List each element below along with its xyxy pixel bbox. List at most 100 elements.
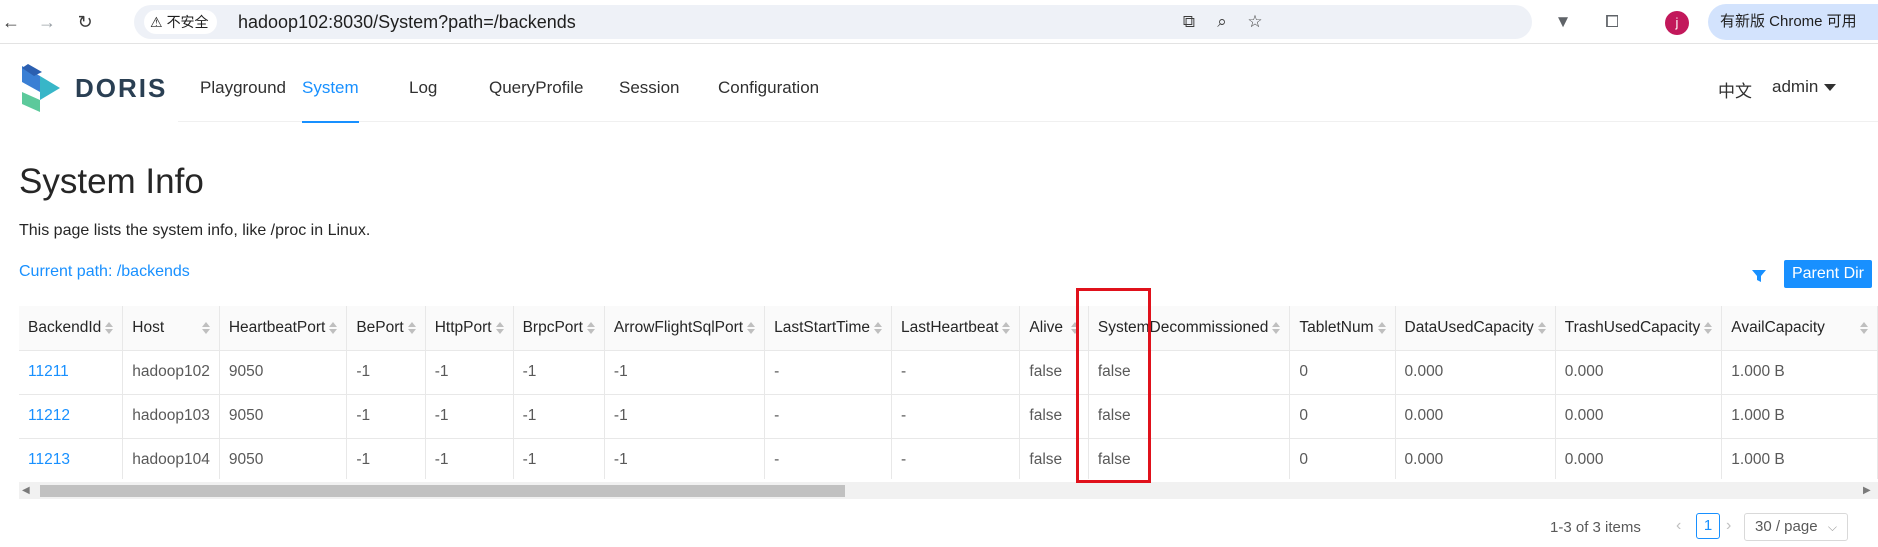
prev-page-icon[interactable]: ‹ — [1676, 517, 1681, 535]
horizontal-scrollbar[interactable]: ◀ ▶ — [19, 482, 1878, 499]
table-cell: 9050 — [219, 394, 348, 439]
column-header[interactable]: BePort — [346, 306, 426, 351]
next-page-icon[interactable]: › — [1726, 517, 1731, 535]
sort-icon[interactable] — [201, 321, 210, 334]
nav-item-system[interactable]: System — [302, 44, 359, 123]
main-nav: Playground System Log QueryProfile Sessi… — [178, 44, 1878, 123]
table-cell: -1 — [425, 350, 514, 395]
sort-icon[interactable] — [586, 321, 595, 334]
backend-id-link[interactable]: 11212 — [19, 394, 124, 439]
back-icon[interactable]: ← — [0, 11, 22, 33]
table-cell: -1 — [425, 394, 514, 439]
nav-item-queryprofile[interactable]: QueryProfile — [489, 44, 583, 122]
column-header[interactable]: HttpPort — [425, 306, 514, 351]
scroll-left-icon[interactable]: ◀ — [22, 485, 30, 497]
sort-icon[interactable] — [105, 321, 114, 334]
sort-icon[interactable] — [1002, 321, 1011, 334]
profile-avatar[interactable]: j — [1665, 11, 1689, 35]
sort-icon[interactable] — [1377, 321, 1386, 334]
column-header[interactable]: ArrowFlightSqlPort — [604, 306, 766, 351]
sort-icon[interactable] — [1860, 321, 1868, 334]
sort-icon[interactable] — [874, 321, 883, 334]
brand-name: DORIS — [75, 73, 168, 103]
column-header-label: BePort — [356, 318, 404, 336]
column-header-label: BrpcPort — [522, 318, 583, 336]
language-switch[interactable]: 中文 — [1718, 77, 1752, 102]
parent-dir-button[interactable]: Parent Dir — [1784, 260, 1872, 288]
table-cell: -1 — [604, 438, 766, 479]
page-size-value: 30 / page — [1755, 518, 1818, 535]
user-menu[interactable]: admin — [1772, 77, 1837, 97]
column-header[interactable]: AvailCapacity — [1721, 306, 1878, 351]
table-cell: -1 — [346, 394, 426, 439]
chrome-update-button[interactable]: 有新版 Chrome 可用 — [1708, 4, 1878, 40]
current-path-link[interactable]: Current path: /backends — [19, 263, 190, 281]
nav-item-playground[interactable]: Playground — [200, 44, 286, 122]
column-header[interactable]: BackendId — [19, 306, 124, 351]
scroll-right-icon[interactable]: ▶ — [1863, 485, 1871, 497]
table-cell: 0 — [1289, 350, 1396, 395]
table-cell: 0.000 — [1555, 394, 1723, 439]
column-header[interactable]: LastHeartbeat — [891, 306, 1021, 351]
doris-logo-icon[interactable] — [20, 62, 64, 114]
table-row: 11212 hadoop103 9050 -1 -1 -1 -1- - false false 0 0… — [19, 394, 1878, 439]
backend-id-link[interactable]: 11213 — [19, 438, 124, 479]
table-row: 11213 hadoop104 9050 -1 -1 -1 -1- - false false 0 0… — [19, 438, 1878, 479]
column-header-label: BackendId — [28, 318, 102, 336]
sort-icon[interactable] — [747, 321, 756, 334]
alive-column-highlight — [1076, 288, 1151, 483]
table-cell: 1.000 B — [1721, 394, 1878, 439]
url-text[interactable]: hadoop102:8030/System?path=/backends — [238, 5, 576, 39]
table-cell: 0 — [1289, 438, 1396, 479]
filter-icon[interactable] — [1751, 268, 1767, 284]
table-cell: - — [764, 350, 893, 395]
sort-icon[interactable] — [1272, 321, 1281, 334]
translate-icon[interactable]: ⧉ — [1178, 11, 1200, 33]
sort-icon[interactable] — [407, 321, 416, 334]
column-header[interactable]: TrashUsedCapacity — [1555, 306, 1723, 351]
scrollbar-thumb[interactable] — [40, 485, 845, 497]
table-cell: 9050 — [219, 438, 348, 479]
backend-id-link[interactable]: 11211 — [19, 350, 124, 395]
bookmark-star-icon[interactable]: ☆ — [1244, 11, 1266, 33]
table-cell: 0.000 — [1395, 394, 1556, 439]
column-header-label: Host — [132, 318, 165, 336]
sort-icon[interactable] — [329, 321, 338, 334]
extension-v-icon[interactable]: ▼ — [1552, 11, 1574, 33]
page-description: This page lists the system info, like /p… — [19, 222, 371, 239]
forward-icon[interactable]: → — [36, 11, 58, 33]
page-size-select[interactable]: 30 / page ⌵ — [1744, 513, 1848, 541]
caret-down-icon — [1824, 83, 1837, 91]
sort-icon[interactable] — [495, 321, 504, 334]
table-cell: 0.000 — [1555, 350, 1723, 395]
security-chip[interactable]: ⚠ 不安全 — [144, 10, 217, 34]
table-cell: - — [764, 438, 893, 479]
column-header[interactable]: BrpcPort — [513, 306, 605, 351]
table-cell: - — [891, 394, 1021, 439]
table-cell: - — [891, 350, 1021, 395]
nav-item-session[interactable]: Session — [619, 44, 679, 122]
nav-item-log[interactable]: Log — [409, 44, 437, 122]
table-cell: -1 — [513, 350, 605, 395]
warning-icon: ⚠ — [150, 14, 163, 30]
column-header[interactable]: DataUsedCapacity — [1395, 306, 1556, 351]
column-header[interactable]: LastStartTime — [764, 306, 893, 351]
zoom-icon[interactable]: ⌕ — [1211, 11, 1233, 33]
extensions-puzzle-icon[interactable]: ⧠ — [1601, 11, 1623, 33]
reload-icon[interactable]: ↻ — [74, 11, 96, 33]
column-header-label: TabletNum — [1299, 318, 1374, 336]
column-header-label: DataUsedCapacity — [1404, 318, 1534, 336]
column-header[interactable]: Host — [122, 306, 220, 351]
sort-icon[interactable] — [1704, 321, 1713, 334]
page-number-current[interactable]: 1 — [1696, 513, 1720, 539]
column-header-label: AvailCapacity — [1731, 318, 1825, 336]
column-header[interactable]: HeartbeatPort — [219, 306, 348, 351]
table-cell: -1 — [346, 438, 426, 479]
backends-table: BackendId Host HeartbeatPort BePort HttpPort… — [19, 306, 1878, 479]
table-cell: 0.000 — [1395, 350, 1556, 395]
nav-item-configuration[interactable]: Configuration — [718, 44, 819, 122]
column-header[interactable]: TabletNum — [1289, 306, 1396, 351]
table-cell: -1 — [604, 394, 766, 439]
address-bar[interactable]: ⚠ 不安全 hadoop102:8030/System?path=/backen… — [134, 5, 1532, 39]
sort-icon[interactable] — [1537, 321, 1546, 334]
